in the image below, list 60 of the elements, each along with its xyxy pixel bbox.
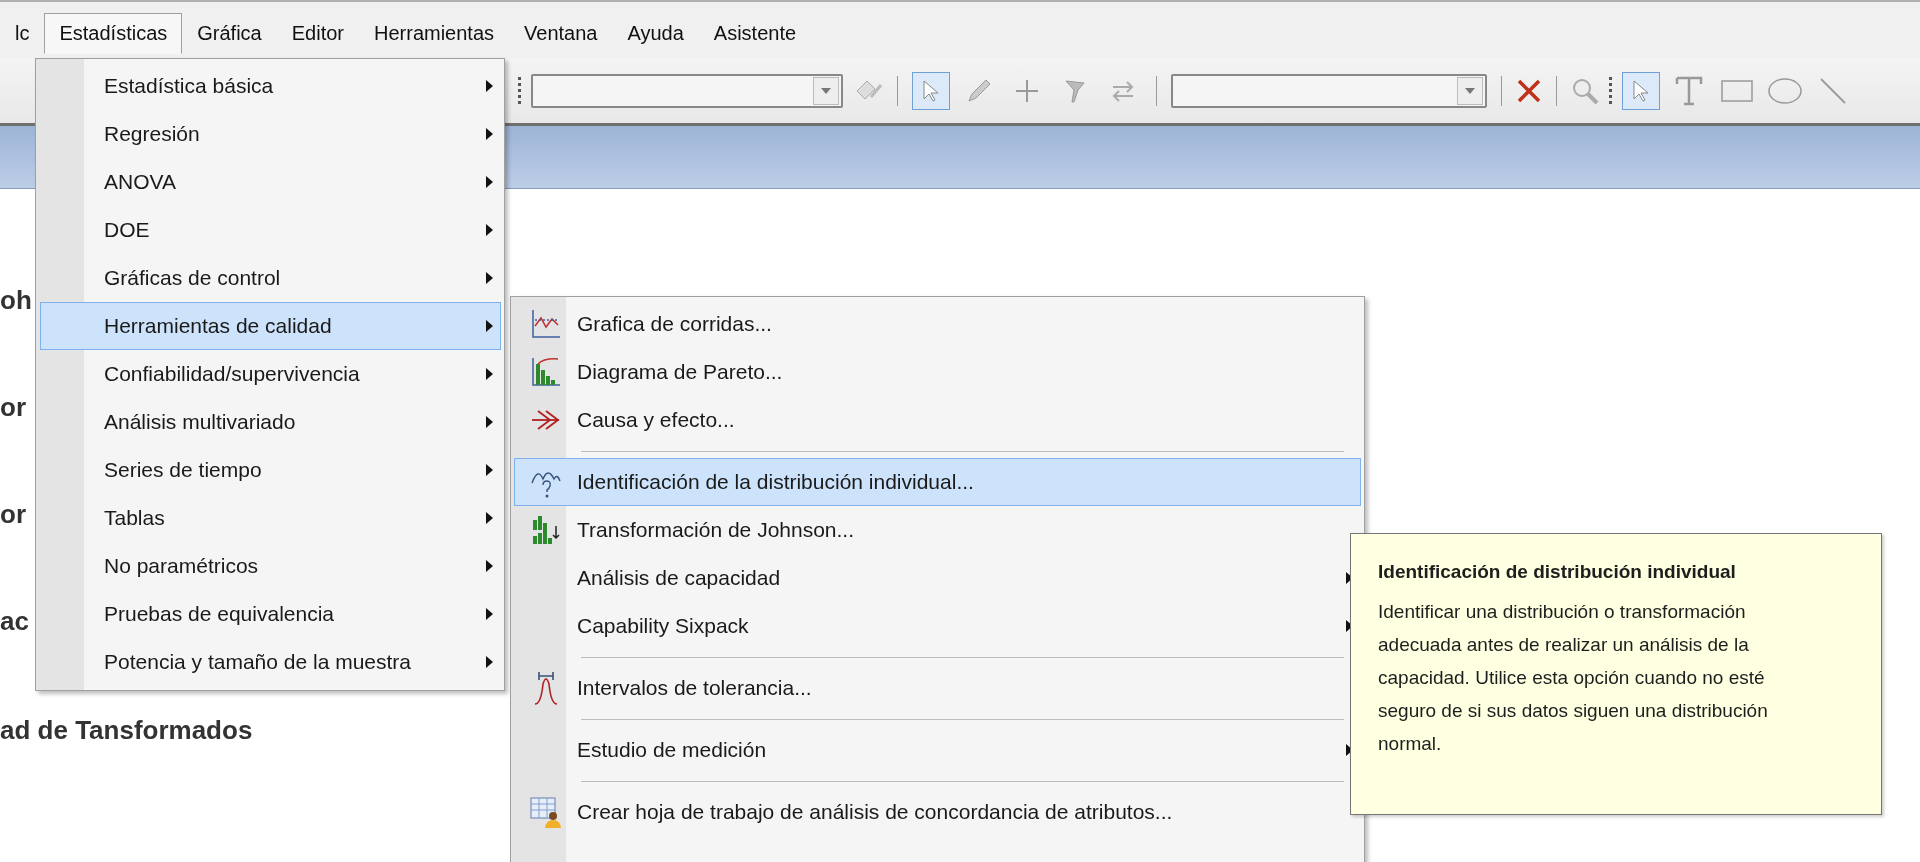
toolbar-grip[interactable]	[518, 76, 521, 105]
swap-icon	[1110, 79, 1136, 102]
menu-bar-item[interactable]: Ventana	[509, 12, 613, 54]
ellipse-tool-icon	[1768, 77, 1802, 104]
submenu-item[interactable]: Diagrama de Pareto...	[514, 348, 1361, 396]
dropdown-field[interactable]	[1171, 73, 1487, 108]
menu-item[interactable]: Herramientas de calidad	[40, 302, 501, 350]
line-tool-icon	[1819, 76, 1847, 105]
dropdown-arrow-icon	[1464, 86, 1476, 95]
pareto-chart-icon	[530, 356, 562, 388]
text-tool-icon	[1675, 75, 1703, 106]
flag-icon	[1063, 77, 1087, 104]
menu-item[interactable]: Regresión	[40, 110, 501, 158]
tooltip-title: Identificación de distribución individual	[1378, 561, 1737, 583]
toolbar-grip[interactable]	[1609, 76, 1612, 105]
menu-item[interactable]: Tablas	[40, 494, 501, 542]
menu-item[interactable]: Series de tiempo	[40, 446, 501, 494]
document-heading: or	[0, 501, 26, 527]
submenu-item[interactable]: Causa y efecto...	[514, 396, 1361, 444]
menu-bar-item[interactable]: Herramientas	[359, 12, 510, 54]
document-heading: or	[0, 394, 26, 420]
submenu-item[interactable]: Intervalos de tolerancia...	[514, 664, 1361, 712]
menu-bar-item[interactable]: Editor	[276, 12, 359, 54]
menu-item[interactable]: Análisis multivariado	[40, 398, 501, 446]
menu-bar-item[interactable]: Ayuda	[612, 12, 699, 54]
bar-chart-arrow-icon	[530, 514, 562, 546]
menu-item[interactable]: Pruebas de equivalencia	[40, 590, 501, 638]
menu-item[interactable]: ANOVA	[40, 158, 501, 206]
submenu-item[interactable]: Grafica de corridas...	[514, 300, 1361, 348]
document-heading: ac	[0, 608, 29, 634]
close-icon[interactable]	[1516, 77, 1542, 104]
menu-bar-item[interactable]: lc	[0, 12, 45, 54]
menu-item[interactable]: Gráficas de control	[40, 254, 501, 302]
menu-item[interactable]: Estadística básica	[40, 62, 501, 110]
dropdown-arrow-icon	[820, 86, 832, 95]
pen-icon	[966, 77, 992, 104]
submenu-item[interactable]: Crear hoja de trabajo de análisis de concordancia de atributos...	[514, 788, 1361, 836]
document-heading: ad de Tansformados	[0, 717, 253, 743]
pointer-icon	[922, 78, 940, 103]
menu-item[interactable]: No paramétricos	[40, 542, 501, 590]
menu-item[interactable]: Confiabilidad/supervivencia	[40, 350, 501, 398]
document-heading: oh	[0, 287, 32, 313]
double-arrow-icon	[530, 408, 562, 432]
search-icon[interactable]	[1571, 76, 1599, 105]
edit-tool-button[interactable]	[912, 71, 950, 110]
menu-bar-item[interactable]: Gráfica	[182, 12, 277, 54]
tooltip-text: Identificar una distribución o transformación adecuada antes de realizar un análisis de la capacidad. Utilice esta opción cuando no esté seguro de si sus datos siguen una distribución normal.	[1378, 600, 1769, 756]
menu-item[interactable]: DOE	[40, 206, 501, 254]
draw-tool-button[interactable]	[1622, 71, 1660, 110]
submenu-item[interactable]: Transformación de Johnson...	[514, 506, 1361, 554]
worksheet-person-icon	[529, 795, 563, 829]
pointer-icon	[1632, 78, 1650, 103]
menu-item[interactable]: Potencia y tamaño de la muestra	[40, 638, 501, 686]
menu-bar-item[interactable]: Asistente	[698, 12, 812, 54]
menu-bar-item[interactable]: Estadísticas	[44, 12, 183, 54]
rectangle-tool-icon	[1721, 79, 1753, 102]
submenu-item[interactable]: Identificación de la distribución individual...	[514, 458, 1361, 506]
run-chart-icon	[530, 308, 562, 340]
dropdown-field[interactable]	[531, 73, 843, 108]
plus-icon	[1014, 77, 1040, 104]
